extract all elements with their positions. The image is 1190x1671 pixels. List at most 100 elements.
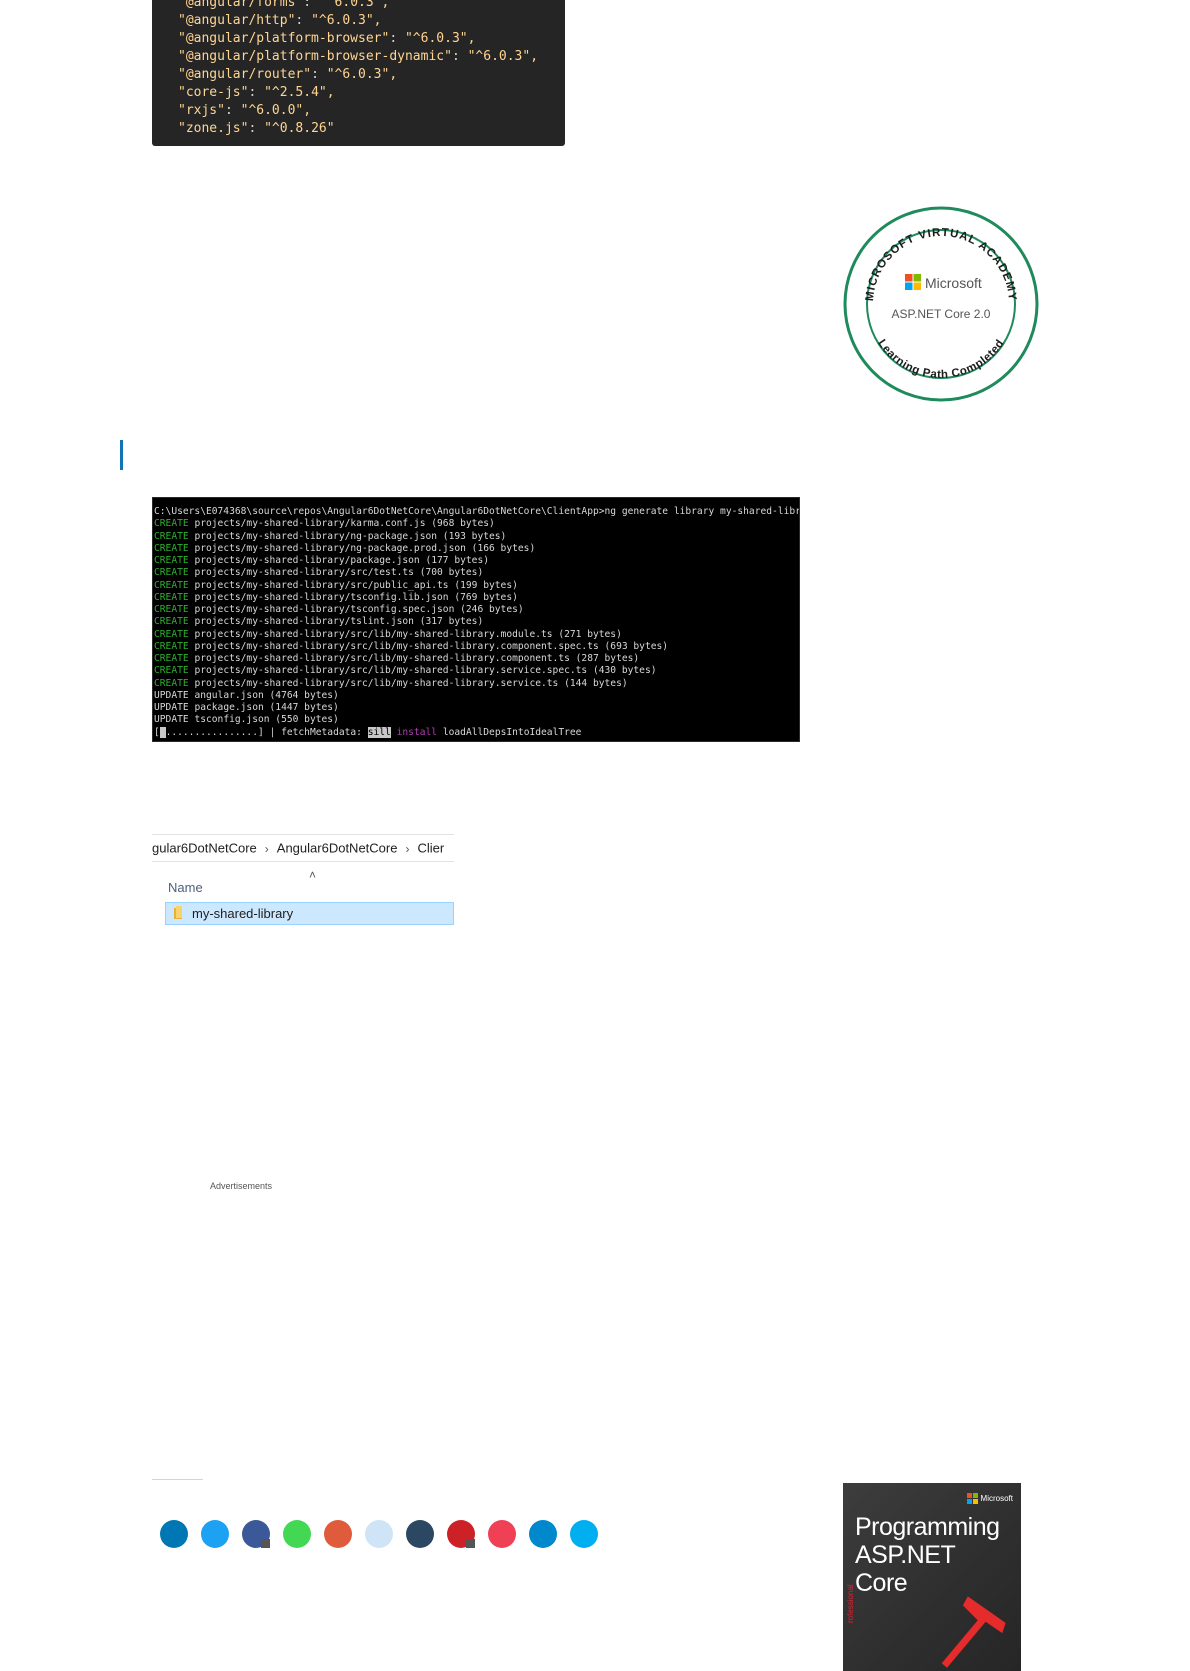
terminal-file: projects/my-shared-library/karma.conf.js… xyxy=(194,518,495,530)
reddit-icon[interactable] xyxy=(324,1520,352,1548)
terminal-line: CREATE projects/my-shared-library/src/li… xyxy=(154,629,622,641)
code-line: "@angular/http": "^6.0.3", xyxy=(178,12,382,30)
code-line: "rxjs": "^6.0.0", xyxy=(178,102,311,120)
terminal-create-prefix: CREATE xyxy=(154,604,189,615)
code-key: "@angular/forms" xyxy=(178,0,304,10)
terminal-update-prefix: UPDATE xyxy=(154,689,189,701)
terminal-update-prefix: UPDATE xyxy=(154,714,189,726)
chevron-right-icon: › xyxy=(264,841,269,856)
terminal-file: projects/my-shared-library/src/test.ts (… xyxy=(194,567,484,579)
progress-rest: loadAllDepsIntoIdealTree xyxy=(437,726,582,738)
terminal-line: CREATE projects/my-shared-library/packag… xyxy=(154,555,489,567)
code-value: "^6.0.3", xyxy=(404,31,476,46)
book-title-line: Programming xyxy=(855,1513,1000,1541)
terminal-line: CREATE projects/my-shared-library/src/pu… xyxy=(154,580,518,592)
badge-brand: Microsoft xyxy=(925,275,982,291)
terminal-create-prefix: CREATE xyxy=(154,530,189,542)
hammer-icon xyxy=(941,1596,1006,1668)
code-line: "@angular/platform-browser": "^6.0.3", xyxy=(178,30,475,48)
code-key: "rxjs" xyxy=(178,103,225,118)
external-badge-icon xyxy=(466,1539,475,1548)
whatsapp-icon[interactable] xyxy=(283,1520,311,1548)
advertisements-label: Advertisements xyxy=(210,1181,273,1191)
code-key: "@angular/http" xyxy=(178,13,296,28)
skype-icon[interactable] xyxy=(570,1520,598,1548)
code-block: "@angular/forms": "^6.0.3", "@angular/htt… xyxy=(152,0,565,146)
terminal-create-prefix: CREATE xyxy=(154,567,189,579)
code-colon: : xyxy=(311,67,327,82)
list-item[interactable]: my-shared-library xyxy=(165,902,454,925)
code-key: "@angular/platform-browser" xyxy=(178,31,390,46)
code-colon: : xyxy=(389,31,405,46)
progress-sill: sill xyxy=(367,726,391,738)
terminal-line: CREATE projects/my-shared-library/karma.… xyxy=(154,518,495,530)
external-badge-icon xyxy=(261,1539,270,1548)
pinterest-icon[interactable] xyxy=(447,1520,475,1548)
terminal-command: C:\Users\E074368\source\repos\Angular6Do… xyxy=(154,506,800,517)
linkedin-icon[interactable] xyxy=(160,1520,188,1548)
folder-icon xyxy=(174,906,182,919)
terminal-file: projects/my-shared-library/package.json … xyxy=(194,555,490,566)
terminal-create-prefix: CREATE xyxy=(154,677,189,689)
code-key: "@angular/platform-browser-dynamic" xyxy=(178,49,452,64)
code-value: "^6.0.3", xyxy=(318,0,390,10)
email-icon[interactable] xyxy=(365,1520,393,1548)
telegram-icon[interactable] xyxy=(529,1520,557,1548)
terminal-file: projects/my-shared-library/tslint.json (… xyxy=(194,616,484,628)
code-value: "^6.0.3", xyxy=(467,49,539,64)
tumblr-icon[interactable] xyxy=(406,1520,434,1548)
terminal-file: projects/my-shared-library/tsconfig.lib.… xyxy=(194,591,518,603)
terminal-file: projects/my-shared-library/src/public_ap… xyxy=(194,579,518,591)
code-line: "@angular/platform-browser-dynamic": "^6… xyxy=(178,48,538,66)
code-colon: : xyxy=(224,103,241,118)
breadcrumb-item[interactable]: gular6DotNetCore xyxy=(152,841,257,856)
microsoft-logo-icon: Microsoft xyxy=(966,1493,1013,1504)
share-divider xyxy=(152,1479,203,1480)
pocket-icon[interactable] xyxy=(488,1520,516,1548)
twitter-icon[interactable] xyxy=(201,1520,229,1548)
book-cover-image[interactable]: Microsoft Programming ASP.NET Core rofes… xyxy=(843,1483,1021,1671)
breadcrumb-item[interactable]: Angular6DotNetCore xyxy=(277,841,398,856)
breadcrumb: gular6DotNetCore › Angular6DotNetCore › Clie… xyxy=(152,834,454,862)
heading-accent-bar xyxy=(120,440,123,470)
terminal-file: projects/my-shared-library/ng-package.js… xyxy=(194,530,507,542)
terminal-progress-line: [ ................] | fetchMetadata: sil… xyxy=(154,726,582,739)
terminal-line: CREATE projects/my-shared-library/src/li… xyxy=(154,665,657,677)
progress-dots: ................] | fetchMetadata: xyxy=(165,726,368,738)
terminal-file: projects/my-shared-library/src/lib/my-sh… xyxy=(194,628,622,640)
facebook-icon[interactable] xyxy=(242,1520,270,1548)
column-header-label: Name xyxy=(168,880,203,895)
code-value: "^6.0.3", xyxy=(326,67,398,82)
terminal-line: CREATE projects/my-shared-library/tslint… xyxy=(154,616,483,628)
terminal-line: CREATE projects/my-shared-library/src/te… xyxy=(154,567,483,579)
terminal-create-prefix: CREATE xyxy=(154,653,189,664)
code-value: "^6.0.3", xyxy=(311,13,382,28)
terminal-file: tsconfig.json (550 bytes) xyxy=(194,714,339,726)
terminal-line: CREATE projects/my-shared-library/tsconf… xyxy=(154,592,518,604)
terminal-create-prefix: CREATE xyxy=(154,640,189,652)
book-title-line: ASP.NET xyxy=(855,1541,956,1569)
code-colon: : xyxy=(303,0,319,10)
terminal-create-prefix: CREATE xyxy=(154,591,189,603)
terminal-update-prefix: UPDATE xyxy=(154,702,189,713)
terminal-line: UPDATE package.json (1447 bytes) xyxy=(154,702,339,714)
terminal-create-prefix: CREATE xyxy=(154,518,189,530)
code-line: "@angular/forms": "^6.0.3", xyxy=(178,0,389,12)
code-value: "^0.8.26" xyxy=(264,121,335,136)
terminal-screenshot: C:\Users\E074368\source\repos\Angular6Do… xyxy=(152,497,800,742)
code-key: "@angular/router" xyxy=(178,67,312,82)
code-line: "zone.js": "^0.8.26" xyxy=(178,120,335,138)
terminal-create-prefix: CREATE xyxy=(154,665,189,677)
book-publisher: Microsoft xyxy=(980,1494,1013,1503)
sort-caret-icon: ˄ xyxy=(309,868,317,882)
code-value: "^2.5.4", xyxy=(264,85,335,100)
terminal-file: package.json (1447 bytes) xyxy=(194,702,339,713)
column-header-name[interactable]: Name ˄ xyxy=(166,868,454,902)
badge-course: ASP.NET Core 2.0 xyxy=(892,307,991,321)
breadcrumb-item[interactable]: Clier xyxy=(417,841,444,856)
terminal-line: CREATE projects/my-shared-library/ng-pac… xyxy=(154,531,506,543)
code-colon: : xyxy=(248,85,265,100)
code-key: "core-js" xyxy=(178,85,249,100)
terminal-create-prefix: CREATE xyxy=(154,542,189,554)
progress-bracket: [ xyxy=(154,726,160,738)
